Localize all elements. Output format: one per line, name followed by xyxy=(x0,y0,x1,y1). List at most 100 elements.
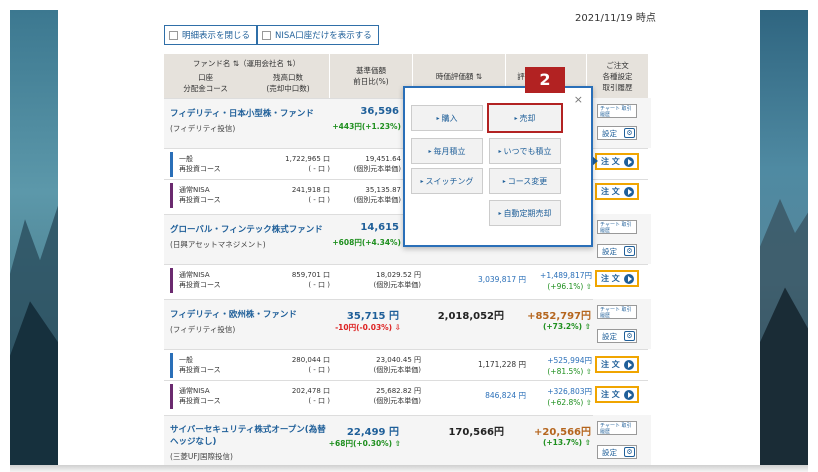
fund-actions: チャート 取引履歴 設定 ⚙ xyxy=(593,415,651,465)
fund-company: (フィデリティ投信) xyxy=(170,325,236,334)
settings-button[interactable]: 設定 ⚙ xyxy=(597,244,637,258)
fund-company: (日興アセットマネジメント) xyxy=(170,240,266,249)
fund-row: フィデリティ・欧州株・ファンド (フィデリティ投信) 35,715 円 -10円… xyxy=(164,299,648,349)
header-ops-order: ご注文 xyxy=(606,60,629,70)
fund-change: -10円(-0.03%) ⇩ xyxy=(335,323,401,332)
chevron-right-icon: ▸ xyxy=(428,147,432,155)
background-left-image xyxy=(10,10,58,465)
fund-company: (三菱UFJ国際投信) xyxy=(170,452,233,461)
account-color-bar xyxy=(170,384,173,409)
header-ops: ご注文 各種設定 取引履歴 xyxy=(587,54,648,98)
fund-pl: +852,797円 xyxy=(527,311,591,322)
trade-menu-popup: × ▸ 購入 ▸ 売却 ▸ 毎月積立 ▸ いつでも積立 ▸ スイッチング ▸ コース変更 ▸… xyxy=(403,86,593,247)
units: 1,722,965 口( - 口 ) xyxy=(285,155,330,173)
fund-change: +608円(+4.34%) xyxy=(332,238,401,247)
table-row: 通常NISA 再投資コース 202,478 口( - 口 ) 25,682.82 … xyxy=(164,380,648,411)
fund-pl-pct: (+13.7%) ⇧ xyxy=(542,438,591,447)
hide-details-button[interactable]: 明細表示を閉じる xyxy=(164,25,258,45)
order-button[interactable]: 注 文 xyxy=(595,153,639,170)
fund-company: (フィデリティ投信) xyxy=(170,124,236,133)
account-type: 通常NISA 再投資コース xyxy=(179,271,221,289)
unit-price: 35,135.87 (個別元本単価) xyxy=(353,186,401,204)
unit-price: 25,682.82 円 (個別元本単価) xyxy=(373,387,421,405)
fund-name[interactable]: サイバーセキュリティ株式オープン(為替 ヘッジなし) xyxy=(170,424,326,448)
play-icon xyxy=(624,390,634,400)
nisa-only-label: NISA口座だけを表示する xyxy=(275,31,372,41)
fund-row: サイバーセキュリティ株式オープン(為替 ヘッジなし) (三菱UFJ国際投信) 22… xyxy=(164,415,648,465)
play-icon xyxy=(624,360,634,370)
buy-button[interactable]: ▸ 購入 xyxy=(411,105,483,131)
anytime-accumulation-button[interactable]: ▸ いつでも積立 xyxy=(489,138,561,164)
chevron-right-icon: ▸ xyxy=(420,177,424,185)
account-type: 一般 再投資コース xyxy=(179,155,221,173)
order-button[interactable]: 注 文 xyxy=(595,183,639,200)
nisa-only-button[interactable]: NISA口座だけを表示する xyxy=(257,25,379,45)
settings-button[interactable]: 設定 ⚙ xyxy=(597,445,637,459)
as-of-date: 2021/11/19 時点 xyxy=(575,13,656,24)
monthly-accumulation-button[interactable]: ▸ 毎月積立 xyxy=(411,138,483,164)
fund-nav: 22,499 円 xyxy=(346,427,399,438)
unit-price: 23,040.45 円 (個別元本単価) xyxy=(373,356,421,374)
fund-nav: 14,615 xyxy=(360,222,399,233)
unit-price: 18,029.52 円 (個別元本単価) xyxy=(373,271,421,289)
switching-button[interactable]: ▸ スイッチング xyxy=(411,168,483,194)
units: 241,918 口( - 口 ) xyxy=(291,186,330,204)
fund-name[interactable]: グローバル・フィンテック株式ファンド xyxy=(170,223,323,235)
gear-icon: ⚙ xyxy=(624,246,635,256)
header-eval-label: 時価評価額 ⇅ xyxy=(435,71,483,81)
profit-loss: +326,803円 (+62.8%) ⇧ xyxy=(547,387,592,407)
step-number-badge: 2 xyxy=(525,67,565,93)
order-button[interactable]: 注 文 xyxy=(595,270,639,287)
header-nav-label: 基準価額 xyxy=(356,66,386,75)
fund-pl-pct: (+73.2%) ⇧ xyxy=(542,322,591,331)
account-type: 通常NISA 再投資コース xyxy=(179,186,221,204)
page-shadow xyxy=(10,465,808,472)
checkbox-icon xyxy=(169,30,178,40)
course-change-button[interactable]: ▸ コース変更 xyxy=(489,168,561,194)
settings-button[interactable]: 設定 ⚙ xyxy=(597,126,637,140)
fund-actions: チャート 取引履歴 設定 ⚙ xyxy=(593,98,651,148)
fund-change: +68円(+0.30%) ⇧ xyxy=(328,439,401,448)
fund-pl: +20,566円 xyxy=(534,427,591,438)
header-fund-name-label: ファンド名 ⇅（運用会社名 ⇅） xyxy=(192,59,301,68)
fund-nav: 36,596 xyxy=(360,106,399,117)
account-type: 通常NISA 再投資コース xyxy=(179,387,221,405)
auto-periodic-sell-button[interactable]: ▸ 自動定期売却 xyxy=(489,200,561,226)
chevron-right-icon: ▸ xyxy=(498,147,502,155)
profit-loss: +1,489,817円 (+96.1%) ⇧ xyxy=(540,271,592,291)
checkbox-icon xyxy=(262,30,271,40)
table-row: 一般 再投資コース 280,044 口( - 口 ) 23,040.45 円 (個別… xyxy=(164,349,648,380)
chevron-right-icon: ▸ xyxy=(514,114,518,122)
fund-eval: 170,566円 xyxy=(448,427,504,438)
header-account: 口座 xyxy=(198,73,214,82)
play-icon xyxy=(624,157,634,167)
header-balance: 残高口数 xyxy=(273,73,304,82)
chart-history-button[interactable]: チャート 取引履歴 xyxy=(597,305,637,319)
order-button[interactable]: 注 文 xyxy=(595,356,639,373)
hide-details-label: 明細表示を閉じる xyxy=(182,31,251,41)
chart-history-button[interactable]: チャート 取引履歴 xyxy=(597,104,637,118)
play-icon xyxy=(624,187,634,197)
header-course: 分配金コース xyxy=(183,84,228,93)
chevron-right-icon: ▸ xyxy=(502,177,506,185)
settings-button[interactable]: 設定 ⚙ xyxy=(597,329,637,343)
table-row: 通常NISA 再投資コース 859,701 口( - 口 ) 18,029.52 … xyxy=(164,264,648,295)
header-fund-name[interactable]: ファンド名 ⇅（運用会社名 ⇅） 口座 分配金コース 残高口数 (売却中口数) xyxy=(164,54,329,98)
order-button[interactable]: 注 文 xyxy=(595,386,639,403)
header-ops-history: 取引履歴 xyxy=(602,82,633,92)
chart-history-button[interactable]: チャート 取引履歴 xyxy=(597,220,637,234)
units: 859,701 口( - 口 ) xyxy=(291,271,330,289)
fund-name[interactable]: フィデリティ・欧州株・ファンド xyxy=(170,308,297,320)
account-type: 一般 再投資コース xyxy=(179,356,221,374)
fund-name[interactable]: フィデリティ・日本小型株・ファンド xyxy=(170,107,314,119)
chevron-right-icon: ▸ xyxy=(498,209,502,217)
chart-history-button[interactable]: チャート 取引履歴 xyxy=(597,421,637,435)
eval-value: 1,171,228 円 xyxy=(477,360,526,369)
close-icon[interactable]: × xyxy=(574,93,583,106)
sell-button[interactable]: ▸ 売却 xyxy=(487,103,563,133)
account-color-bar xyxy=(170,353,173,378)
header-ops-settings: 各種設定 xyxy=(602,71,633,81)
fund-actions: チャート 取引履歴 設定 ⚙ xyxy=(593,214,651,264)
gear-icon: ⚙ xyxy=(624,331,635,341)
eval-value: 3,039,817 円 xyxy=(477,275,526,284)
